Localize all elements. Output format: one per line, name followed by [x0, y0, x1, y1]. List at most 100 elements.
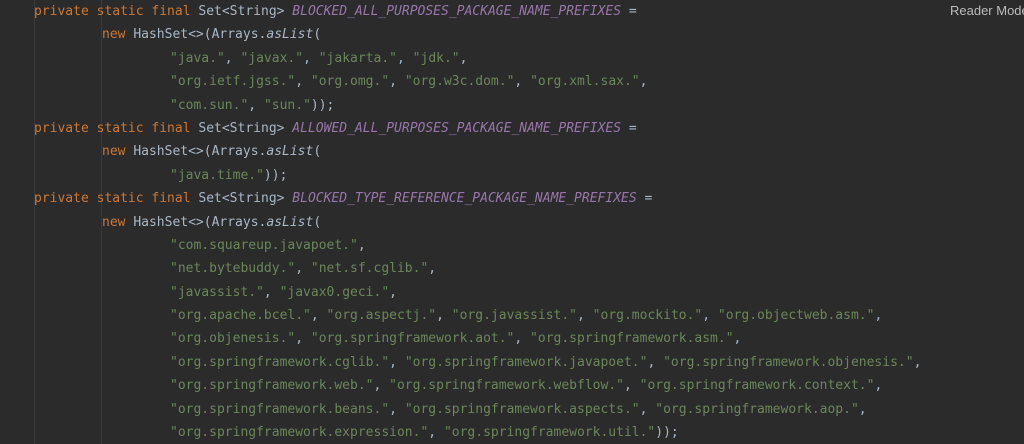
- code-token: private static final: [34, 4, 199, 19]
- code-token: Set<String>: [198, 120, 293, 136]
- code-line[interactable]: new HashSet<>(Arrays.asList(: [34, 23, 944, 46]
- code-token: "org.omg.": [310, 74, 390, 90]
- code-token: "com.squareup.javapoet.": [170, 237, 358, 253]
- code-token: "org.springframework.asm.": [530, 331, 734, 347]
- code-token: ,: [858, 401, 867, 417]
- code-token: "org.apache.bcel.": [170, 308, 311, 324]
- code-token: ,: [373, 378, 390, 394]
- code-token: asList: [266, 144, 314, 160]
- code-token: ,: [733, 331, 742, 347]
- code-token: ));: [655, 425, 679, 441]
- code-token: "jdk.": [412, 50, 460, 66]
- code-line[interactable]: "org.springframework.web.", "org.springf…: [34, 374, 944, 397]
- code-token: ,: [639, 74, 648, 90]
- code-token: (: [313, 214, 322, 230]
- code-token: HashSet<>(Arrays.: [133, 27, 267, 43]
- code-token: "org.springframework.context.": [639, 378, 875, 394]
- code-line[interactable]: private static final Set<String> ALLOWED…: [34, 117, 944, 140]
- code-line[interactable]: "org.springframework.expression.", "org.…: [34, 421, 944, 444]
- code-token: asList: [266, 214, 314, 230]
- code-token: =: [621, 4, 637, 19]
- code-token: "org.objectweb.asm.": [717, 308, 875, 324]
- code-token: ,: [702, 308, 718, 324]
- code-token: ALLOWED_ALL_PURPOSES_PACKAGE_NAME_PREFIX…: [292, 120, 622, 136]
- code-token: ,: [459, 50, 468, 66]
- code-token: "org.mockito.": [592, 308, 703, 324]
- code-token: =: [636, 191, 653, 207]
- code-token: ,: [389, 284, 397, 300]
- code-token: "com.sun.": [170, 97, 249, 113]
- code-token: "net.sf.cglib.": [310, 261, 429, 277]
- code-token: ,: [397, 50, 413, 66]
- code-line[interactable]: "java.time."));: [34, 164, 944, 187]
- code-line[interactable]: "org.springframework.cglib.", "org.sprin…: [34, 351, 944, 374]
- code-line[interactable]: "com.sun.", "sun."));: [34, 94, 944, 117]
- code-token: "org.ietf.jgss.": [170, 74, 296, 90]
- code-token: ));: [263, 167, 288, 183]
- code-token: ,: [514, 74, 531, 90]
- code-token: ,: [623, 378, 640, 394]
- code-token: ,: [295, 331, 311, 347]
- code-token: "org.javassist.": [451, 308, 578, 324]
- code-token: =: [621, 120, 637, 136]
- code-token: private static final: [34, 120, 199, 136]
- code-editor[interactable]: private static final Set<String> BLOCKED…: [0, 0, 1024, 444]
- code-token: "org.springframework.aop.": [655, 401, 859, 417]
- code-token: "org.xml.sax.": [530, 74, 640, 90]
- code-line[interactable]: new HashSet<>(Arrays.asList(: [34, 140, 944, 163]
- code-token: "org.springframework.web.": [170, 378, 374, 394]
- code-token: "org.springframework.javapoet.": [404, 354, 648, 370]
- code-token: ,: [295, 261, 311, 277]
- code-token: HashSet<>(Arrays.: [133, 214, 267, 230]
- code-token: "org.springframework.webflow.": [389, 378, 624, 394]
- code-line[interactable]: private static final Set<String> BLOCKED…: [34, 0, 944, 23]
- code-line[interactable]: "org.springframework.beans.", "org.sprin…: [34, 398, 944, 421]
- code-token: ,: [874, 378, 883, 394]
- code-line[interactable]: "org.ietf.jgss.", "org.omg.", "org.w3c.d…: [34, 70, 944, 93]
- code-token: "org.aspectj.": [326, 308, 437, 324]
- code-token: ,: [647, 354, 664, 370]
- code-token: Set<String>: [198, 191, 293, 207]
- code-token: BLOCKED_ALL_PURPOSES_PACKAGE_NAME_PREFIX…: [292, 4, 622, 19]
- code-token: ,: [913, 354, 922, 370]
- code-token: ));: [310, 97, 335, 113]
- code-token: "java.time.": [170, 167, 264, 183]
- editor-gutter: [0, 0, 12, 444]
- code-token: ,: [514, 331, 531, 347]
- code-token: (: [313, 144, 322, 160]
- code-line[interactable]: private static final Set<String> BLOCKED…: [34, 187, 944, 210]
- code-token: new: [102, 27, 134, 43]
- code-token: "javassist.": [170, 284, 264, 300]
- code-token: ,: [310, 308, 327, 324]
- code-token: Set<String>: [198, 4, 293, 19]
- code-token: "net.bytebuddy.": [170, 261, 296, 277]
- code-token: HashSet<>(Arrays.: [133, 144, 267, 160]
- code-token: "jakarta.": [318, 50, 398, 66]
- code-token: "org.springframework.aot.": [310, 331, 515, 347]
- code-token: ,: [389, 354, 405, 370]
- code-token: "org.springframework.beans.": [170, 401, 390, 417]
- code-token: ,: [389, 401, 405, 417]
- code-line[interactable]: "com.squareup.javapoet.",: [34, 234, 944, 257]
- code-line[interactable]: "javassist.", "javax0.geci.",: [34, 281, 944, 304]
- code-token: "org.springframework.util.": [443, 425, 656, 441]
- code-token: ,: [577, 308, 593, 324]
- code-token: "java.": [170, 50, 225, 66]
- code-line[interactable]: "org.objenesis.", "org.springframework.a…: [34, 327, 944, 350]
- code-token: "org.w3c.dom.": [404, 74, 515, 90]
- code-line[interactable]: new HashSet<>(Arrays.asList(: [34, 211, 944, 234]
- code-token: asList: [266, 27, 314, 43]
- code-token: ,: [263, 284, 280, 300]
- code-token: (: [313, 27, 322, 43]
- code-token: ,: [357, 237, 366, 253]
- code-token: ,: [295, 74, 311, 90]
- code-line[interactable]: "net.bytebuddy.", "net.sf.cglib.",: [34, 257, 944, 280]
- reader-mode-button[interactable]: Reader Mode: [946, 3, 1024, 18]
- code-token: ,: [874, 308, 883, 324]
- code-line[interactable]: "org.apache.bcel.", "org.aspectj.", "org…: [34, 304, 944, 327]
- code-area[interactable]: private static final Set<String> BLOCKED…: [34, 0, 944, 444]
- code-token: ,: [436, 308, 452, 324]
- code-token: ,: [639, 401, 656, 417]
- code-token: new: [102, 214, 134, 230]
- code-line[interactable]: "java.", "javax.", "jakarta.", "jdk.",: [34, 47, 944, 70]
